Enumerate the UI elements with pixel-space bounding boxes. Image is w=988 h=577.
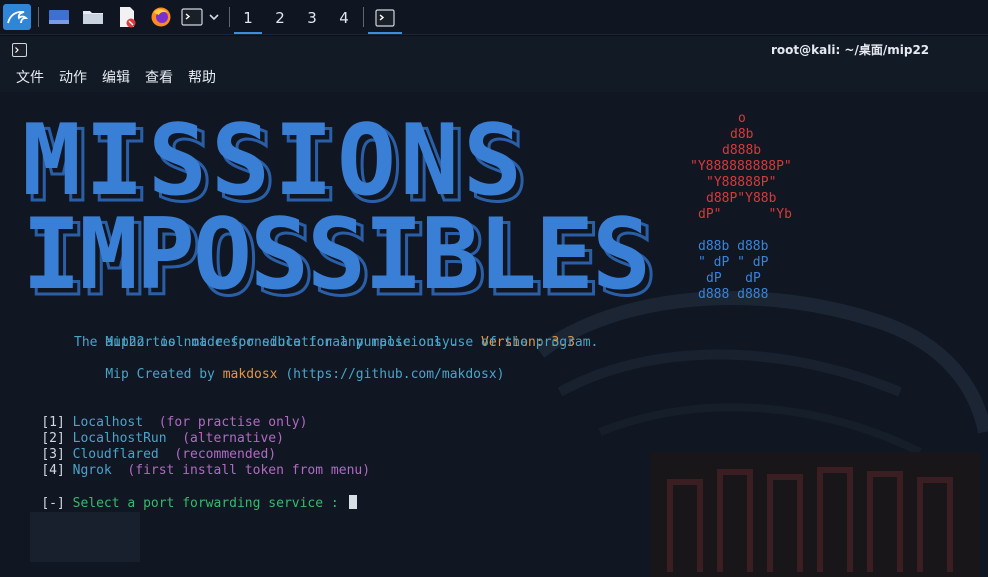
menu-action[interactable]: 动作 <box>59 67 87 87</box>
menu-help[interactable]: 帮助 <box>188 67 216 87</box>
text-editor-icon[interactable] <box>114 4 140 30</box>
terminal-launcher-icon[interactable] <box>180 4 204 30</box>
ascii-art-red-2: d8b <box>730 127 754 142</box>
firefox-icon[interactable] <box>148 4 174 30</box>
prompt-line[interactable]: [-] Select a port forwarding service : <box>10 479 357 528</box>
ascii-art-red-4: "Y888888888P" <box>690 159 792 174</box>
option-number: [4] <box>41 463 65 478</box>
workspace-1[interactable]: 1 <box>234 4 262 34</box>
window-terminal-icon[interactable] <box>12 42 27 61</box>
menu-edit[interactable]: 编辑 <box>102 67 130 87</box>
workspace-2[interactable]: 2 <box>266 4 294 32</box>
ascii-banner: MISSIONS MISSIONS IMPOSSIBLES IMPOSSIBLE… <box>22 108 659 308</box>
terminal-area[interactable]: MISSIONS MISSIONS IMPOSSIBLES IMPOSSIBLE… <box>0 92 988 577</box>
workspace-4[interactable]: 4 <box>330 4 358 32</box>
taskbar: 1 2 3 4 <box>0 0 988 35</box>
prompt-prefix: [-] <box>41 496 65 511</box>
menu-file[interactable]: 文件 <box>16 67 44 87</box>
panel-separator <box>363 7 364 27</box>
kali-dragon-icon <box>7 10 28 24</box>
option-name: Ngrok <box>72 463 112 478</box>
ascii-art-blue-2: " dP " dP <box>698 255 769 270</box>
panel-separator <box>229 7 230 27</box>
banner-line2: IMPOSSIBLES <box>22 198 649 308</box>
terminal-icon <box>375 9 395 27</box>
text-cursor <box>348 495 357 509</box>
file-manager-icon[interactable] <box>80 4 106 30</box>
ascii-art-red-5: "Y88888P" <box>706 175 777 190</box>
ascii-art-blue-1: d88b d88b <box>698 239 769 254</box>
ascii-art-red-7: dP" "Yb <box>698 207 792 222</box>
window-titlebar[interactable]: root@kali: ~/桌面/mip22 <box>0 36 988 62</box>
info-line-3: Mip Created by makdosx (https://github.c… <box>74 351 505 399</box>
ascii-art-blue-3: dP dP <box>706 271 761 286</box>
workspace-3[interactable]: 3 <box>298 4 326 32</box>
panel-separator <box>38 7 39 27</box>
taskbar-terminal-window[interactable] <box>368 4 402 34</box>
ascii-art-blue-4: d888 d888 <box>698 287 769 302</box>
chevron-down-icon[interactable] <box>205 4 223 30</box>
option-note: (first install token from menu) <box>127 463 371 478</box>
menu-bar: 文件 动作 编辑 查看 帮助 <box>0 62 988 92</box>
prompt-text: Select a port forwarding service : <box>72 496 339 511</box>
info-created-by: Mip Created by <box>105 367 223 382</box>
show-desktop-icon[interactable] <box>46 4 72 30</box>
info-line-2: The author is not responsible for any ma… <box>74 335 599 350</box>
kali-menu-button[interactable] <box>3 4 31 30</box>
ascii-art-red-6: d88P"Y88b <box>706 191 777 206</box>
author-url: (https://github.com/makdosx) <box>277 367 505 382</box>
ascii-art-red-1: o <box>738 111 746 126</box>
author-name: makdosx <box>222 367 278 382</box>
ascii-art-red-3: d888b <box>722 143 762 158</box>
window-title: root@kali: ~/桌面/mip22 <box>771 43 930 57</box>
menu-view[interactable]: 查看 <box>145 67 173 87</box>
